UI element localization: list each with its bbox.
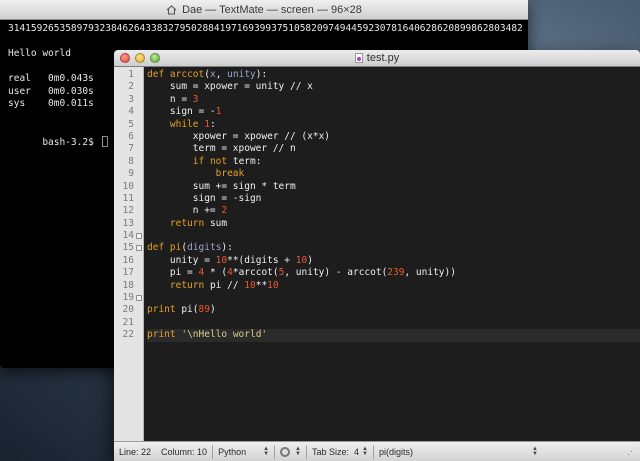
updown-arrows-icon: ▲ ▼ <box>263 445 270 457</box>
line-number: 5 <box>128 118 134 130</box>
line-number: 10 <box>122 180 134 192</box>
code-line[interactable]: def pi(digits): <box>147 242 640 254</box>
column-indicator: Column: 10 <box>161 446 208 457</box>
language-selector[interactable]: Python ▲ ▼ <box>213 442 274 461</box>
line-number: 11 <box>122 192 134 204</box>
line-number: 1 <box>128 69 134 80</box>
code-line[interactable]: if not term: <box>147 156 640 168</box>
code-line[interactable]: unity = 10**(digits + 10) <box>147 255 640 267</box>
cursor-icon <box>101 135 108 147</box>
code-line[interactable]: sum = xpower = unity // x <box>147 81 640 93</box>
fold-icon[interactable] <box>136 245 142 252</box>
line-number-fold[interactable]: 15 <box>114 242 143 254</box>
status-bar: Line: 22 Column: 10 Python ▲ ▼ ▲ ▼ Tab Siz… <box>114 441 640 461</box>
line-number: 12 <box>122 205 134 217</box>
minimize-button[interactable] <box>135 53 145 63</box>
line-number: 13 <box>122 217 134 229</box>
line-number-gutter[interactable]: 1 2 3 4 5 6 7 8 9 10 11 12 13 14 15 16 1… <box>114 67 144 441</box>
line-number: 17 <box>122 267 134 279</box>
line-number-fold[interactable]: 19 <box>114 292 143 304</box>
tab-size-selector[interactable]: Tab Size: 4 ▲ ▼ <box>307 442 373 461</box>
close-button[interactable] <box>120 53 130 63</box>
code-line[interactable]: pi = 4 * (4*arccot(5, unity) - arccot(23… <box>147 267 640 279</box>
code-line[interactable]: return sum <box>147 218 640 230</box>
line-number: 22 <box>122 329 134 341</box>
code-line[interactable]: break <box>147 168 640 180</box>
code-editor[interactable]: def arccot(x, unity): sum = xpower = uni… <box>144 67 640 441</box>
updown-arrows-icon: ▲ ▼ <box>295 445 301 457</box>
line-number: 6 <box>128 130 134 142</box>
code-line[interactable]: term = xpower // n <box>147 143 640 155</box>
language-label: Python <box>218 446 247 457</box>
code-line[interactable]: n = 3 <box>147 94 640 106</box>
code-line[interactable]: return pi // 10**10 <box>147 280 640 292</box>
code-line[interactable]: xpower = xpower // (x*x) <box>147 131 640 143</box>
code-line[interactable]: sign = -sign <box>147 193 640 205</box>
line-number: 3 <box>128 93 134 105</box>
line-number: 20 <box>122 304 134 316</box>
line-number: 8 <box>128 155 134 167</box>
code-line[interactable] <box>147 292 640 304</box>
fold-icon[interactable] <box>136 295 142 302</box>
symbol-selector[interactable]: pi(digits) ▲ ▼ <box>374 442 543 461</box>
zoom-button[interactable] <box>150 53 160 63</box>
gear-icon <box>280 446 291 457</box>
resize-grip-icon[interactable]: ⋰ <box>627 446 640 457</box>
home-icon <box>166 4 177 15</box>
code-line[interactable]: def arccot(x, unity): <box>147 69 640 81</box>
updown-arrows-icon: ▲ ▼ <box>362 445 368 457</box>
line-number: 21 <box>122 316 134 328</box>
line-number: 2 <box>128 81 134 93</box>
code-line[interactable]: n += 2 <box>147 205 640 217</box>
code-line[interactable]: print pi(89) <box>147 304 640 316</box>
code-line[interactable]: sum += sign * term <box>147 181 640 193</box>
editor-titlebar[interactable]: test.py <box>114 50 640 67</box>
tab-size-value: 4 <box>354 446 360 457</box>
code-line[interactable]: sign = -1 <box>147 106 640 118</box>
editor-title: test.py <box>366 52 400 64</box>
code-line[interactable]: while 1: <box>147 119 640 131</box>
python-file-icon <box>354 53 363 63</box>
bundle-menu[interactable]: ▲ ▼ <box>275 442 306 461</box>
line-number: 7 <box>128 143 134 155</box>
tab-size-label: Tab Size: <box>311 446 349 457</box>
code-line-current[interactable]: print '\nHello world' <box>147 329 640 342</box>
updown-arrows-icon: ▲ ▼ <box>531 445 538 457</box>
pi-output: 3141592653589793238462643383279502884197… <box>8 23 523 34</box>
fold-icon[interactable] <box>136 233 142 240</box>
line-indicator: Line: 22 <box>119 446 152 457</box>
editor-window: test.py 1 2 3 4 5 6 7 8 9 10 11 12 13 14… <box>114 50 640 461</box>
terminal-titlebar[interactable]: Dae — TextMate — screen — 96×28 <box>0 0 528 20</box>
code-line[interactable] <box>147 230 640 242</box>
symbol-label: pi(digits) <box>378 446 413 457</box>
line-number: 4 <box>128 106 134 118</box>
line-number: 9 <box>128 168 134 180</box>
line-number: 18 <box>122 279 134 291</box>
terminal-title: Dae — TextMate — screen — 96×28 <box>182 3 362 16</box>
code-line[interactable] <box>147 317 640 329</box>
line-number-fold[interactable]: 14 <box>114 230 143 242</box>
line-number: 16 <box>122 254 134 266</box>
